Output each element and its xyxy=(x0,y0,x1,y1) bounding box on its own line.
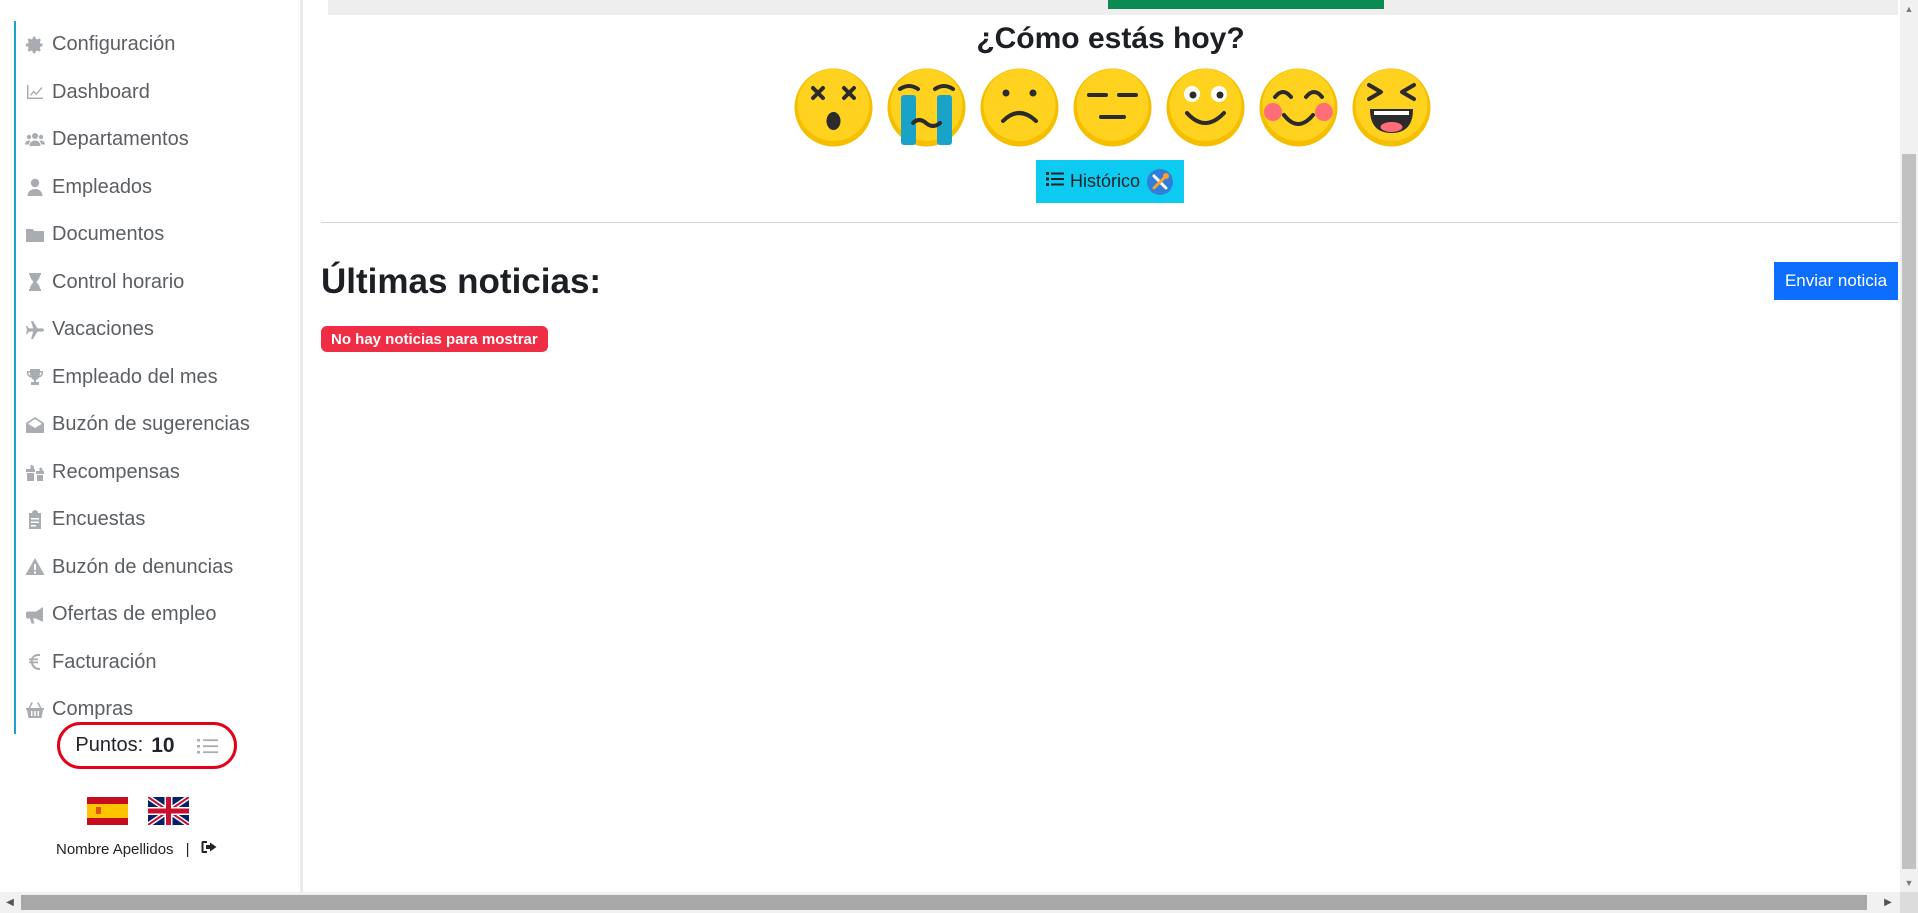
history-label: Histórico xyxy=(1069,171,1140,191)
vertical-scrollbar[interactable]: ▲ ▼ xyxy=(1900,0,1918,892)
gear-icon xyxy=(24,35,46,55)
points-value: 10 xyxy=(151,733,175,757)
sidebar-item-label: Empleados xyxy=(52,175,153,198)
euro-icon xyxy=(24,652,46,672)
dizzy-face-icon[interactable] xyxy=(793,67,874,148)
vertical-scroll-thumb[interactable] xyxy=(1902,154,1916,869)
points-counter: Puntos: 10 xyxy=(57,722,237,769)
sidebar-item-label: Facturación xyxy=(52,650,157,673)
sidebar-item-control-horario[interactable]: Control horario xyxy=(14,258,294,306)
sidebar-item-empleados[interactable]: Empleados xyxy=(14,163,294,211)
main-content: ¿Cómo estás hoy? Histórico Últimas notic… xyxy=(303,0,1898,892)
sidebar-item-documentos[interactable]: Documentos xyxy=(14,211,294,259)
sidebar-item-vacaciones[interactable]: Vacaciones xyxy=(14,306,294,354)
sidebar-item-label: Control horario xyxy=(52,270,185,293)
top-green-bar xyxy=(1108,0,1384,9)
sidebar-item-configuracion[interactable]: Configuración xyxy=(14,21,294,69)
crying-face-icon[interactable] xyxy=(886,67,967,148)
sidebar-item-encuestas[interactable]: Encuestas xyxy=(14,496,294,544)
sidebar-item-departamentos[interactable]: Departamentos xyxy=(14,116,294,164)
sidebar-item-recompensas[interactable]: Recompensas xyxy=(14,448,294,496)
user-icon xyxy=(24,177,46,197)
user-name: Nombre Apellidos xyxy=(56,840,174,858)
send-news-button[interactable]: Enviar noticia xyxy=(1774,262,1898,300)
user-info: Nombre Apellidos | xyxy=(56,840,217,858)
basket-icon xyxy=(24,700,46,720)
trophy-icon xyxy=(24,367,46,387)
spain-flag-icon[interactable] xyxy=(87,797,128,825)
sidebar-item-facturacion[interactable]: Facturación xyxy=(14,638,294,686)
sidebar-item-label: Recompensas xyxy=(52,460,180,483)
logout-icon[interactable] xyxy=(201,840,217,858)
neutral-face-icon[interactable] xyxy=(1072,67,1153,148)
history-button[interactable]: Histórico xyxy=(1036,160,1184,203)
clipboard-icon xyxy=(24,509,46,530)
laughing-face-icon[interactable] xyxy=(1351,67,1432,148)
plane-icon xyxy=(24,320,46,340)
sad-face-icon[interactable] xyxy=(979,67,1060,148)
folder-icon xyxy=(24,225,46,245)
sidebar-item-label: Compras xyxy=(52,698,134,721)
mood-emoji-row xyxy=(793,67,1432,148)
tools-icon xyxy=(1147,168,1173,195)
no-news-badge: No hay noticias para mostrar xyxy=(321,326,548,352)
sidebar-item-label: Ofertas de empleo xyxy=(52,603,217,626)
sidebar-item-buzon-denuncias[interactable]: Buzón de denuncias xyxy=(14,543,294,591)
sidebar-item-ofertas-empleo[interactable]: Ofertas de empleo xyxy=(14,591,294,639)
smiling-face-icon[interactable] xyxy=(1165,67,1246,148)
scroll-down-arrow-icon[interactable]: ▼ xyxy=(1900,874,1918,892)
separator: | xyxy=(185,840,190,858)
horizontal-scrollbar[interactable]: ◀ ▶ xyxy=(0,892,1918,913)
list-icon xyxy=(1045,171,1064,192)
sidebar-item-dashboard[interactable]: Dashboard xyxy=(14,68,294,116)
sidebar-item-buzon-sugerencias[interactable]: Buzón de sugerencias xyxy=(14,401,294,449)
hourglass-icon xyxy=(24,272,46,292)
scroll-right-arrow-icon[interactable]: ▶ xyxy=(1878,892,1898,913)
sidebar-item-label: Empleado del mes xyxy=(52,365,218,388)
sidebar-item-label: Encuestas xyxy=(52,508,146,531)
warning-icon xyxy=(24,557,46,577)
scroll-left-arrow-icon[interactable]: ◀ xyxy=(0,892,20,913)
uk-flag-icon[interactable] xyxy=(148,797,189,825)
sidebar-item-label: Configuración xyxy=(52,33,176,56)
blushing-face-icon[interactable] xyxy=(1258,67,1339,148)
news-title: Últimas noticias: xyxy=(321,262,602,301)
users-icon xyxy=(24,130,46,150)
sidebar-item-label: Buzón de denuncias xyxy=(52,555,234,578)
horizontal-scroll-thumb[interactable] xyxy=(21,895,1867,910)
divider xyxy=(321,222,1898,223)
sidebar-item-label: Dashboard xyxy=(52,80,150,103)
sidebar-item-label: Vacaciones xyxy=(52,318,154,341)
mood-title: ¿Cómo estás hoy? xyxy=(976,22,1245,55)
sidebar-item-label: Documentos xyxy=(52,223,165,246)
envelope-open-icon xyxy=(24,415,46,435)
sidebar-nav: Configuración Dashboard Departamentos Em… xyxy=(14,21,294,734)
points-label: Puntos: xyxy=(75,734,144,756)
gifts-icon xyxy=(24,462,46,482)
sidebar-item-label: Departamentos xyxy=(52,128,189,151)
list-icon[interactable] xyxy=(196,736,219,756)
sidebar-item-empleado-del-mes[interactable]: Empleado del mes xyxy=(14,353,294,401)
scroll-up-arrow-icon[interactable]: ▲ xyxy=(1900,0,1918,18)
megaphone-icon xyxy=(24,605,46,625)
sidebar: Configuración Dashboard Departamentos Em… xyxy=(0,0,303,892)
scrollbar-corner xyxy=(1900,892,1918,913)
sidebar-item-label: Buzón de sugerencias xyxy=(52,413,250,436)
language-switcher xyxy=(87,797,189,825)
chart-line-icon xyxy=(24,82,46,102)
